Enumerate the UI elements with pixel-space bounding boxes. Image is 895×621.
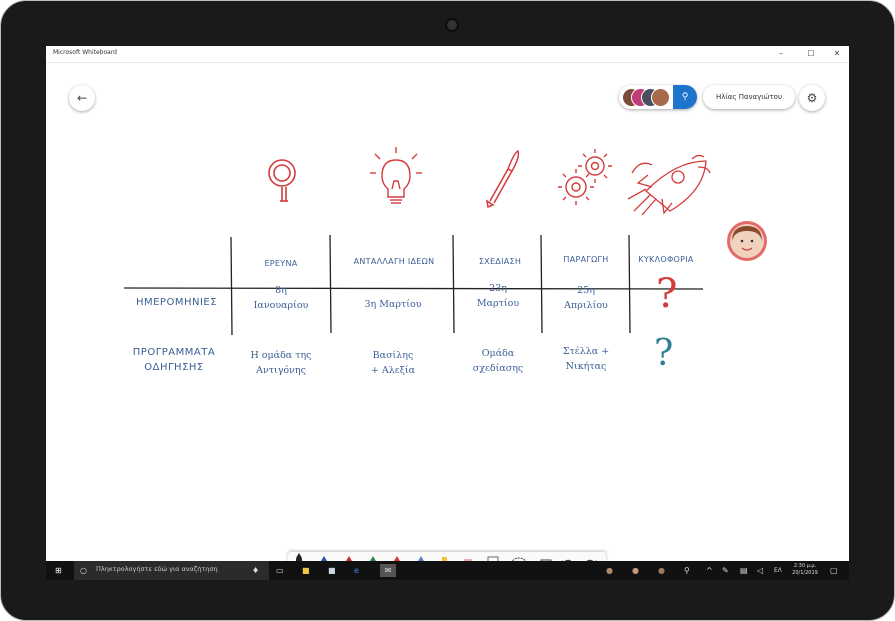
magnifier-icon [268,159,296,202]
cortana-icon: ○ [80,566,87,575]
camera [445,18,459,32]
cell-line: Αντιγόνης [256,365,306,376]
row-label-dates: ΗΜΕΡΟΜΗΝΙΕΣ [135,297,218,308]
people-icon[interactable]: ⚲ [684,564,690,577]
close-button[interactable]: ✕ [828,47,846,61]
table-cell: 25η Απριλίου [544,283,628,313]
tablet-frame: Microsoft Whiteboard – ☐ ✕ ← ⚲ Ηλίας Παν… [0,0,895,621]
network-icon[interactable]: ▤ [740,564,748,577]
cell-line: σχεδίασης [472,363,524,374]
microphone-icon[interactable]: ♦ [252,564,259,577]
column-header-launch: ΚΥΚΛΟΦΟΡΙΑ [638,255,694,264]
windows-start-icon[interactable]: ⊞ [55,564,62,577]
time-text: 2:30 μ.μ. [793,563,817,569]
rocket-icon [627,154,711,216]
table-cell: Ομάδα σχεδίασης [456,346,540,376]
title-bar: Microsoft Whiteboard – ☐ ✕ [46,46,849,63]
table-cell: 23η Μαρτίου [456,281,540,311]
whiteboard-app-icon[interactable]: ✉ [380,564,396,577]
cell-line: Ιανουαρίου [253,300,309,311]
person-icon [730,224,764,258]
edge-icon[interactable]: e [354,564,359,577]
people-avatar[interactable]: ● [632,564,639,577]
table-cell: 8η Ιανουαρίου [234,283,328,313]
cell-line: Η ομάδα της [250,350,312,361]
date-text: 20/1/2019 [792,570,818,576]
row-label-guidance-line1: ΠΡΟΓΡΑΜΜΑΤΑ [132,347,216,358]
row-label-guidance-line2: ΟΔΗΓΗΣΗΣ [144,362,204,373]
search-placeholder: Πληκτρολογήστε εδώ για αναζήτηση [96,565,218,573]
screen: Microsoft Whiteboard – ☐ ✕ ← ⚲ Ηλίας Παν… [46,46,849,580]
people-avatar[interactable]: ● [658,564,665,577]
paintbrush-icon [485,149,520,209]
app-title: Microsoft Whiteboard [53,49,117,56]
file-explorer-icon[interactable]: ■ [302,564,310,577]
cell-line: + Αλεξία [370,365,416,376]
lightbulb-icon [370,147,422,204]
table-cell: Η ομάδα της Αντιγόνης [234,348,328,378]
table-cell: 3η Μαρτίου [334,297,452,312]
pen-workspace-icon[interactable]: ✎ [722,564,729,577]
column-header-research: ΕΡΕΥΝΑ [264,259,298,268]
column-header-design: ΣΧΕΔΙΑΣΗ [478,257,522,266]
store-icon[interactable]: ■ [328,564,336,577]
task-view-icon[interactable]: ▭ [276,564,284,577]
cell-line: 8η [275,285,287,296]
column-header-ideas: ΑΝΤΑΛΛΑΓΗ ΙΔΕΩΝ [353,257,435,266]
minimize-button[interactable]: – [772,47,790,61]
cell-line: 23η [489,283,507,294]
cell-line: 25η [577,285,595,296]
cell-line: Νικήτας [565,361,607,372]
whiteboard-canvas[interactable]: ← ⚲ Ηλίας Παναγιώτου ⚙ ΕΡΕΥΝΑ ΑΝΤΑΛΛΑΓΗ … [46,63,849,578]
taskbar: ⊞ ○ Πληκτρολογήστε εδώ για αναζήτηση ♦ ▭… [46,561,849,580]
gears-icon [558,149,612,205]
taskbar-search[interactable]: ○ Πληκτρολογήστε εδώ για αναζήτηση ♦ [74,561,269,580]
language-icon[interactable]: ΕΛ [774,564,782,577]
collaborator-presence-avatar[interactable] [727,221,767,261]
chevron-up-icon[interactable]: ^ [706,564,713,577]
cell-line: Μαρτίου [476,298,520,309]
cell-line: Απριλίου [564,300,608,311]
table-cell: Στέλλα + Νικήτας [544,344,628,374]
table-cell: Βασίλης + Αλεξία [334,348,452,378]
column-header-production: ΠΑΡΑΓΩΓΗ [563,255,609,264]
cell-line: 3η Μαρτίου [364,299,422,310]
notifications-icon[interactable]: ▢ [830,564,838,577]
question-mark-red: ? [656,271,678,317]
cell-line: Ομάδα [481,348,515,359]
people-avatar[interactable]: ● [606,564,613,577]
volume-icon[interactable]: ◁ [757,564,763,577]
clock[interactable]: 2:30 μ.μ. 20/1/2019 [788,563,822,577]
maximize-button[interactable]: ☐ [802,47,820,61]
question-mark-teal: ? [654,333,674,374]
cell-line: Βασίλης [372,350,414,361]
cell-line: Στέλλα + [562,346,610,357]
